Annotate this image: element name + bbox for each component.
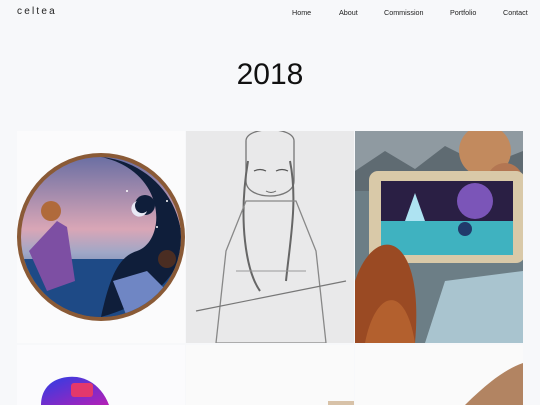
nav-commission[interactable]: Commission — [384, 8, 424, 17]
phone-art-icon — [355, 131, 523, 343]
site-logo[interactable]: celtea — [17, 6, 57, 17]
page-title: 2018 — [236, 58, 304, 91]
gallery-item-6[interactable] — [355, 345, 523, 405]
gallery-item-5[interactable] — [186, 345, 354, 405]
gallery-item-2[interactable] — [186, 131, 354, 343]
pencil-sketch-icon — [186, 131, 354, 343]
top-navigation: celtea Home About Commission Portfolio C… — [0, 0, 540, 26]
nav-home[interactable]: Home — [292, 8, 311, 17]
gallery-item-3[interactable] — [355, 131, 523, 343]
art-thumbnail-icon — [186, 345, 354, 405]
hand-art-icon — [355, 345, 523, 405]
gallery-item-4[interactable] — [17, 345, 185, 405]
circular-art-icon — [17, 153, 185, 321]
nav-portfolio[interactable]: Portfolio — [450, 8, 476, 17]
gallery-item-1[interactable] — [17, 131, 185, 343]
nav-contact[interactable]: Contact — [503, 8, 528, 17]
gradient-art-icon — [41, 376, 109, 405]
nav-about[interactable]: About — [339, 8, 358, 17]
